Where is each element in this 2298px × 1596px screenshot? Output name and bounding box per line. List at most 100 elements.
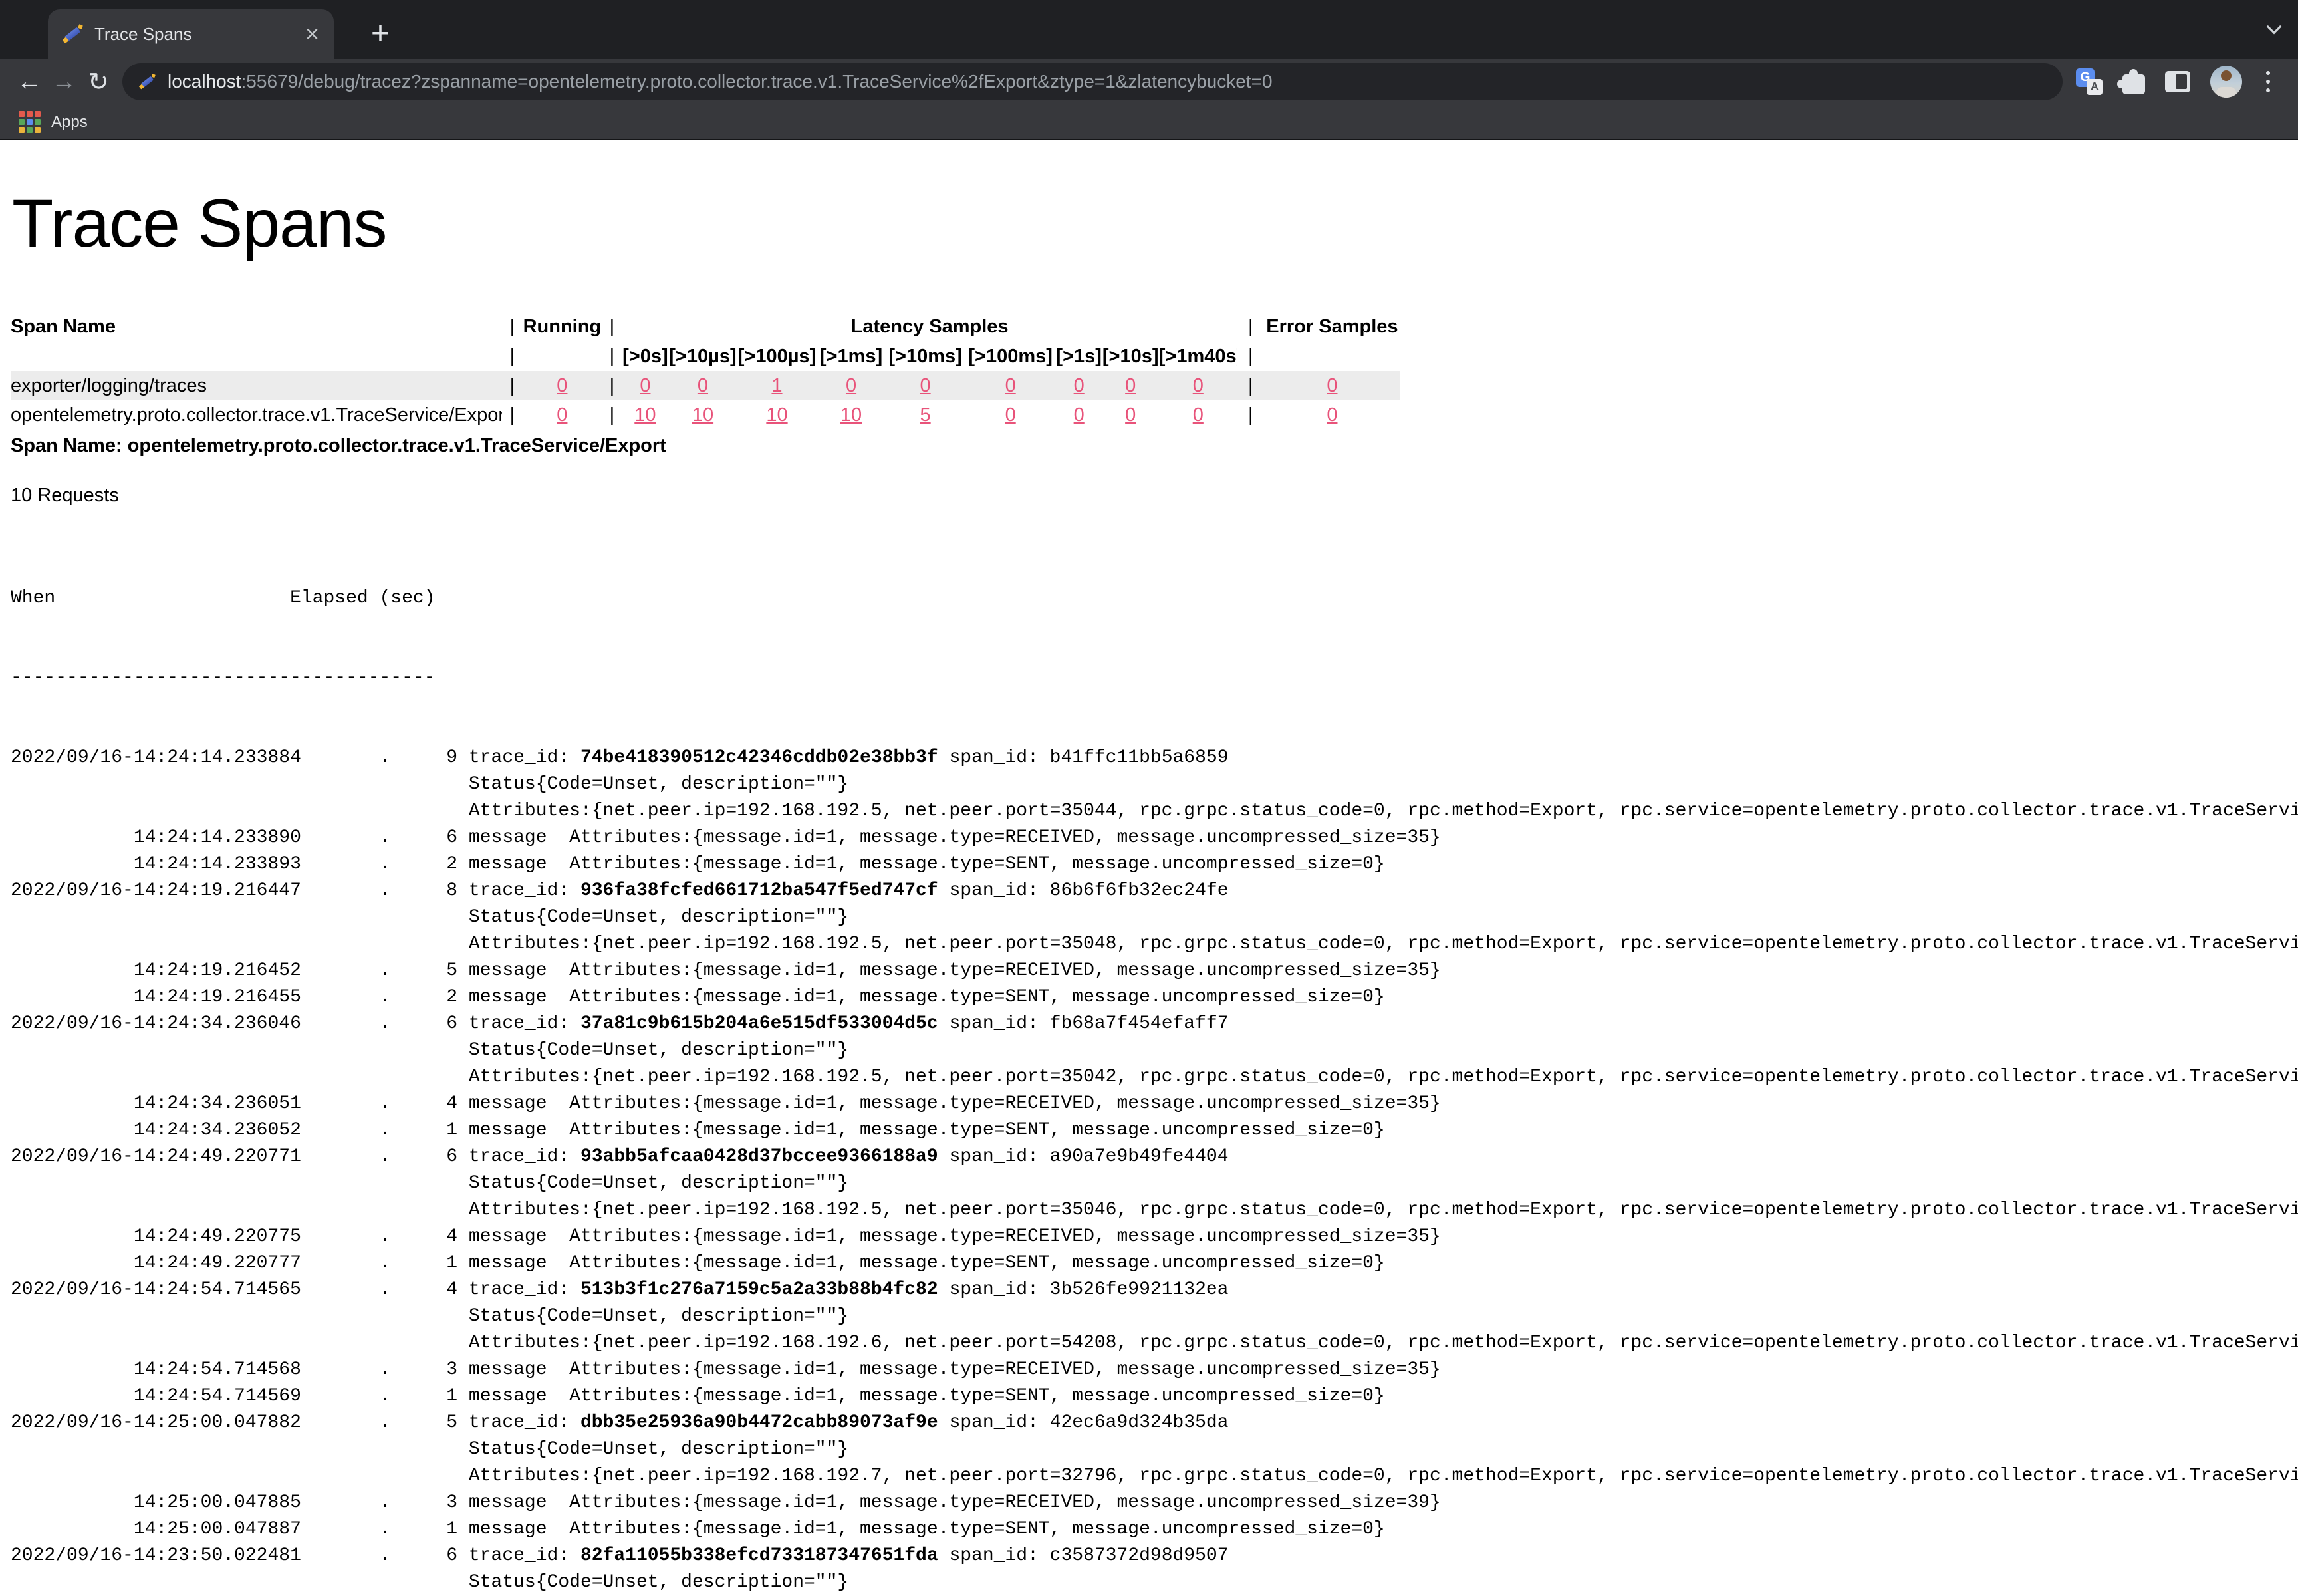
table-row: opentelemetry.proto.collector.trace.v1.T… [11,400,1400,430]
back-button[interactable]: ← [12,68,47,96]
log-line: 14:24:54.714569 . 1 message Attributes:{… [11,1383,2298,1410]
chevron-down-icon[interactable] [2267,19,2282,35]
menu-kebab-icon[interactable] [2262,71,2274,92]
latency-sample-link[interactable]: 0 [1193,404,1204,426]
log-line: 2022/09/16-14:24:14.233884 . 9 trace_id:… [11,745,2298,771]
col-latency-samples: Latency Samples [622,311,1237,342]
log-line: Status{Code=Unset, description=""} [11,1436,2298,1463]
log-line: 14:24:49.220777 . 1 message Attributes:{… [11,1250,2298,1277]
latency-sample-link[interactable]: 10 [840,404,862,426]
latency-sample-link[interactable]: 0 [1125,404,1136,426]
latency-sample-link[interactable]: 5 [920,404,931,426]
latency-sample-link[interactable]: 0 [920,375,931,396]
profile-avatar[interactable] [2210,66,2242,98]
log-line: Attributes:{net.peer.ip=192.168.192.5, n… [11,1197,2298,1224]
tab-close-icon[interactable]: × [305,22,319,46]
page-title: Trace Spans [12,186,2298,261]
log-line: 14:25:00.047885 . 3 message Attributes:{… [11,1490,2298,1516]
span-summary-table: Span Name | Running | Latency Samples | … [11,311,1400,430]
side-panel-icon[interactable] [2165,71,2190,92]
log-line: Status{Code=Unset, description=""} [11,771,2298,798]
log-line: 14:24:54.714568 . 3 message Attributes:{… [11,1357,2298,1383]
log-divider: -------------------------------------- [11,665,2298,692]
tab-trace-spans[interactable]: Trace Spans × [48,9,334,59]
forward-button[interactable]: → [47,68,81,96]
error-sample-link[interactable]: 0 [1327,375,1337,396]
latency-sample-link[interactable]: 0 [846,375,856,396]
translate-icon[interactable]: G A [2076,68,2103,95]
latency-sample-link[interactable]: 0 [1074,404,1085,426]
latency-sample-link[interactable]: 0 [1074,375,1085,396]
log-line: 14:24:14.233890 . 6 message Attributes:{… [11,825,2298,851]
bookmarks-bar: Apps [0,105,2298,140]
latency-bucket-label: [>10ms] [886,342,965,371]
col-running: Running [522,311,602,342]
latency-sample-link[interactable]: 0 [1125,375,1136,396]
extensions-puzzle-icon[interactable] [2122,74,2145,94]
running-count-link[interactable]: 0 [557,404,567,426]
request-count: 10 Requests [11,485,2298,507]
column-divider: | [1237,311,1264,342]
latency-sample-link[interactable]: 10 [692,404,713,426]
log-line: 14:24:34.236052 . 1 message Attributes:{… [11,1117,2298,1144]
column-divider: | [1237,342,1264,371]
browser-toolbar: ← → ↻ localhost:55679/debug/tracez?zspan… [0,59,2298,105]
log-line: Status{Code=Unset, description=""} [11,1303,2298,1330]
column-divider: | [502,342,522,371]
log-line: 14:24:19.216455 . 2 message Attributes:{… [11,984,2298,1011]
latency-bucket-label: [>1ms] [817,342,886,371]
latency-bucket-label: [>1m40s] [1159,342,1237,371]
tracez-page: Trace Spans Span Name | Running | Latenc… [0,186,2298,1596]
latency-sample-link[interactable]: 0 [640,375,650,396]
latency-sample-link[interactable]: 10 [766,404,787,426]
column-divider: | [1237,400,1264,430]
column-divider: | [502,311,522,342]
tab-title: Trace Spans [94,24,305,45]
telescope-favicon-icon [63,23,84,45]
latency-bucket-label: [>100ms] [965,342,1056,371]
log-line: 14:24:19.216452 . 5 message Attributes:{… [11,958,2298,984]
column-divider: | [602,400,622,430]
log-line: 14:24:14.233893 . 2 message Attributes:{… [11,851,2298,878]
log-line: 14:25:00.047887 . 1 message Attributes:{… [11,1516,2298,1543]
latency-sample-link[interactable]: 10 [634,404,656,426]
latency-bucket-label: [>0s] [622,342,668,371]
latency-sample-link[interactable]: 0 [698,375,708,396]
log-line: 14:24:34.236051 . 4 message Attributes:{… [11,1091,2298,1117]
log-line: 2022/09/16-14:24:54.714565 . 4 trace_id:… [11,1277,2298,1303]
latency-sample-link[interactable]: 0 [1005,404,1016,426]
log-line: Status{Code=Unset, description=""} [11,1170,2298,1197]
translate-a-glyph: A [2087,79,2103,95]
selected-span-name: Span Name: opentelemetry.proto.collector… [11,435,2298,457]
log-line: Status{Code=Unset, description=""} [11,1037,2298,1064]
running-count-link[interactable]: 0 [557,375,567,396]
request-log: When Elapsed (sec) ---------------------… [11,532,2298,1596]
column-divider: | [502,371,522,400]
new-tab-button[interactable]: + [359,12,402,55]
url-text: localhost:55679/debug/tracez?zspanname=o… [168,71,1273,92]
span-name-cell: opentelemetry.proto.collector.trace.v1.T… [11,400,502,430]
col-span-name: Span Name [11,311,502,342]
log-line: 2022/09/16-14:24:49.220771 . 6 trace_id:… [11,1144,2298,1170]
bookmark-apps[interactable]: Apps [51,113,88,132]
url-path: :55679/debug/tracez?zspanname=openteleme… [241,71,1273,92]
table-header-row: Span Name | Running | Latency Samples | … [11,311,1400,342]
log-line: Attributes:{net.peer.ip=192.168.192.5, n… [11,1064,2298,1091]
log-line: Attributes:{net.peer.ip=192.168.192.6, n… [11,1330,2298,1357]
latency-sample-link[interactable]: 0 [1193,375,1204,396]
column-divider: | [602,311,622,342]
error-sample-link[interactable]: 0 [1327,404,1337,426]
latency-bucket-label: [>100µs] [737,342,817,371]
latency-sample-link[interactable]: 1 [771,375,782,396]
toolbar-icons: G A [2069,66,2286,98]
apps-grid-icon[interactable] [19,111,41,133]
latency-bucket-label: [>10µs] [668,342,737,371]
column-divider: | [602,371,622,400]
table-row: exporter/logging/traces|0|001000000|0 [11,371,1400,400]
url-bar[interactable]: localhost:55679/debug/tracez?zspanname=o… [122,63,2063,100]
log-line: Status{Code=Unset, description=""} [11,1569,2298,1596]
latency-sample-link[interactable]: 0 [1005,375,1016,396]
log-line: Attributes:{net.peer.ip=192.168.192.5, n… [11,931,2298,958]
reload-button[interactable]: ↻ [81,67,116,97]
log-column-header: When Elapsed (sec) [11,585,2298,612]
